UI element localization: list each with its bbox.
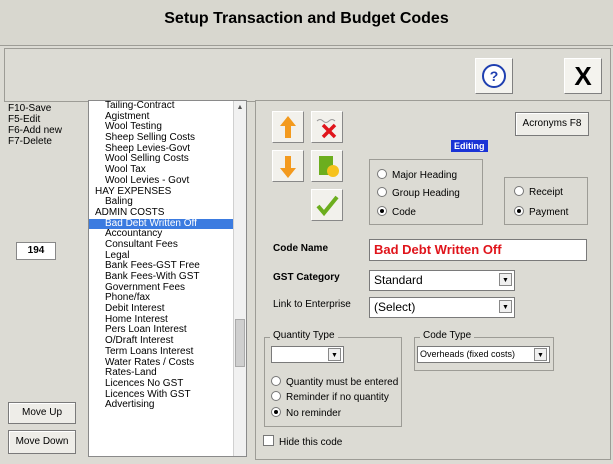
shortcut-delete: F7-Delete: [8, 136, 52, 147]
radio-circle-selected: [377, 206, 387, 216]
delete-x-icon: [316, 119, 337, 139]
radio-label: Major Heading: [392, 170, 458, 181]
shortcut-list: F10-Save F5-Edit F6-Add new F7-Delete: [8, 103, 62, 147]
chevron-down-icon: ▼: [534, 348, 547, 361]
shortcut-save: F10-Save: [8, 103, 52, 114]
radio-label: Quantity must be entered: [286, 377, 399, 388]
radio-circle: [377, 187, 387, 197]
radio-payment[interactable]: Payment: [514, 206, 568, 218]
chevron-down-icon: ▼: [499, 273, 512, 286]
checkbox-label: Hide this code: [279, 437, 343, 448]
radio-circle: [271, 376, 281, 386]
quantity-type-legend: Quantity Type: [270, 330, 338, 341]
list-group-header[interactable]: ADMIN COSTS: [89, 207, 233, 219]
shortcut-edit: F5-Edit: [8, 114, 41, 125]
editing-badge: Editing: [451, 140, 488, 152]
chevron-down-icon: ▼: [328, 348, 341, 361]
hide-code-checkbox[interactable]: Hide this code: [263, 435, 342, 448]
radio-no-reminder[interactable]: No reminder: [271, 407, 341, 419]
radio-code[interactable]: Code: [377, 206, 416, 218]
new-document-icon: [319, 156, 339, 177]
radio-label: No reminder: [286, 408, 342, 419]
move-down-arrow-button[interactable]: [272, 150, 304, 182]
radio-label: Code: [392, 207, 416, 218]
record-count: 194: [16, 242, 56, 260]
gst-category-select[interactable]: Standard ▼: [369, 270, 515, 291]
scroll-thumb[interactable]: [235, 319, 245, 367]
code-type-legend: Code Type: [420, 330, 475, 341]
radio-label: Group Heading: [392, 188, 460, 199]
enterprise-label: Link to Enterprise: [273, 299, 351, 310]
list-item[interactable]: Advertising: [89, 400, 233, 411]
svg-text:?: ?: [490, 68, 499, 84]
radio-major-heading[interactable]: Major Heading: [377, 169, 457, 181]
select-value: Standard: [374, 273, 423, 287]
orange-down-arrow-icon: [280, 156, 296, 178]
question-circle-icon: ?: [482, 64, 506, 88]
radio-receipt[interactable]: Receipt: [514, 186, 563, 198]
shortcut-add-new: F6-Add new: [8, 125, 62, 136]
scroll-up-arrow[interactable]: ▲: [234, 104, 246, 111]
quantity-type-select[interactable]: ▼: [271, 346, 344, 363]
delete-button[interactable]: [311, 111, 343, 143]
radio-circle-selected: [514, 206, 524, 216]
radio-circle: [271, 391, 281, 401]
radio-label: Reminder if no quantity: [286, 392, 389, 403]
list-item[interactable]: Wool Levies - Govt: [89, 175, 233, 187]
radio-circle-selected: [271, 407, 281, 417]
radio-circle: [377, 169, 387, 179]
list-item[interactable]: Licences No GST: [89, 378, 233, 390]
green-check-icon: [316, 195, 339, 217]
help-button[interactable]: ?: [475, 58, 513, 94]
codes-list[interactable]: Tailing-Contract Agistment Wool Testing She…: [88, 100, 247, 457]
select-value: Overheads (fixed costs): [420, 349, 516, 359]
move-up-button[interactable]: Move Up: [8, 402, 76, 424]
chevron-down-icon: ▼: [499, 300, 512, 313]
list-item[interactable]: Term Loans Interest: [89, 346, 233, 358]
select-value: (Select): [374, 300, 416, 314]
window-title: Setup Transaction and Budget Codes: [164, 10, 449, 27]
close-button[interactable]: X: [564, 58, 602, 94]
move-up-arrow-button[interactable]: [272, 111, 304, 143]
radio-quantity-required[interactable]: Quantity must be entered: [271, 376, 398, 388]
gst-category-label: GST Category: [273, 272, 340, 283]
list-scrollbar[interactable]: ▲: [233, 101, 246, 456]
radio-group-heading[interactable]: Group Heading: [377, 187, 460, 199]
new-code-button[interactable]: [311, 150, 343, 182]
code-type-select[interactable]: Overheads (fixed costs) ▼: [417, 346, 550, 363]
radio-label: Receipt: [529, 187, 563, 198]
radio-label: Payment: [529, 207, 569, 218]
radio-quantity-reminder[interactable]: Reminder if no quantity: [271, 391, 389, 403]
move-down-button[interactable]: Move Down: [8, 430, 76, 454]
code-name-input[interactable]: Bad Debt Written Off: [369, 239, 587, 261]
orange-up-arrow-icon: [280, 116, 296, 138]
radio-circle: [514, 186, 524, 196]
acronyms-button[interactable]: Acronyms F8: [515, 112, 589, 136]
checkbox-box: [263, 435, 274, 446]
enterprise-select[interactable]: (Select) ▼: [369, 297, 515, 318]
code-name-label: Code Name: [273, 243, 329, 254]
toolbar-band: [4, 48, 611, 102]
save-button[interactable]: [311, 189, 343, 221]
